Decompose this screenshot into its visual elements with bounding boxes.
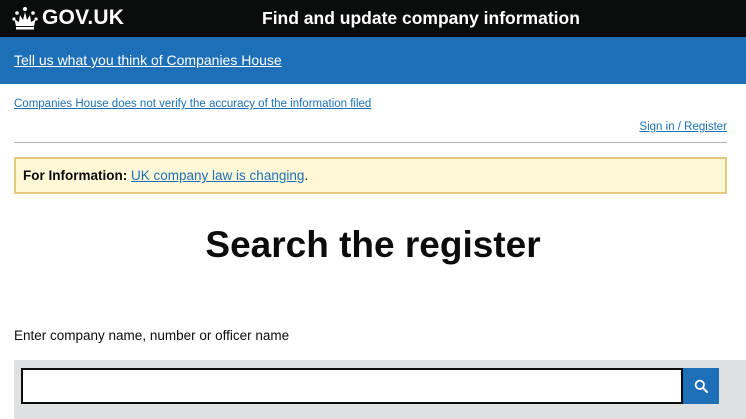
feedback-link[interactable]: Tell us what you think of Companies Hous… <box>14 52 282 68</box>
banner-text: For Information: UK company law is chang… <box>23 168 308 183</box>
logo-text: GOV.UK <box>42 6 125 29</box>
search-input[interactable] <box>21 368 683 404</box>
feedback-bar: Tell us what you think of Companies Hous… <box>0 37 746 84</box>
header-divider <box>14 142 727 143</box>
search-button[interactable] <box>683 368 719 404</box>
service-name-link[interactable]: Find and update company information <box>262 8 580 29</box>
site-header: GOV.UK Find and update company informati… <box>0 0 746 37</box>
govuk-logo-link[interactable]: GOV.UK <box>12 4 124 32</box>
banner-suffix: . <box>304 168 309 183</box>
accuracy-disclaimer-link[interactable]: Companies House does not verify the accu… <box>14 98 371 110</box>
search-icon <box>694 379 708 393</box>
search-label: Enter company name, number or officer na… <box>14 328 290 343</box>
information-banner: For Information: UK company law is chang… <box>14 157 727 194</box>
banner-label: For Information: <box>23 168 128 183</box>
crown-icon <box>12 7 38 30</box>
company-law-link[interactable]: UK company law is changing <box>131 168 304 183</box>
sign-in-register-link[interactable]: Sign in / Register <box>639 121 727 133</box>
page-title: Search the register <box>205 224 541 265</box>
